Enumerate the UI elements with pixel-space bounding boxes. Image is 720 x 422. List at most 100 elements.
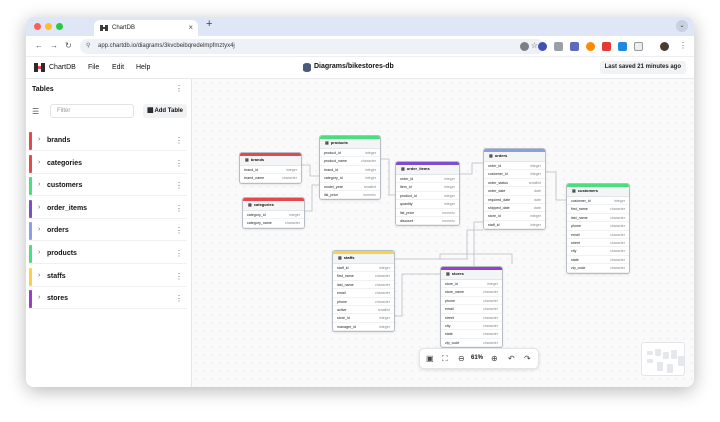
sidebar-table-staffs[interactable]: › staffs ⋮: [29, 267, 187, 287]
extension-7-icon[interactable]: [618, 42, 627, 51]
table-node-stores[interactable]: ▦ stores store_id integer store_name characte…: [440, 266, 503, 349]
filter-input[interactable]: Filter: [50, 104, 134, 118]
table-node-order-items[interactable]: ▦ order_items order_id integer item_id intege…: [395, 161, 460, 227]
add-table-button[interactable]: ▦ Add Table: [143, 104, 187, 118]
table-field-row[interactable]: store_id integer: [484, 212, 545, 221]
chevron-right-icon[interactable]: ›: [38, 226, 40, 233]
sidebar-more-icon[interactable]: ⋮: [175, 84, 183, 93]
table-field-row[interactable]: phone character: [441, 297, 502, 306]
tab-menu-button[interactable]: ⌄: [676, 20, 688, 32]
star-icon[interactable]: ☆: [531, 41, 538, 50]
menu-edit[interactable]: Edit: [112, 64, 124, 71]
table-field-row[interactable]: customer_id integer: [567, 197, 629, 206]
chevron-right-icon[interactable]: ›: [38, 249, 40, 256]
table-options-icon[interactable]: ⋮: [175, 159, 183, 168]
table-node-header[interactable]: ▦ customers: [567, 184, 629, 197]
sidebar-table-customers[interactable]: › customers ⋮: [29, 176, 187, 197]
table-field-row[interactable]: list_price numeric: [320, 191, 380, 200]
extension-6-icon[interactable]: [602, 42, 611, 51]
table-options-icon[interactable]: ⋮: [175, 181, 183, 190]
table-node-categories[interactable]: ▦ categories category_id integer category_na…: [242, 197, 305, 229]
table-field-row[interactable]: model_year smallint: [320, 183, 380, 191]
table-field-row[interactable]: item_id integer: [396, 183, 459, 192]
list-toggle-icon[interactable]: ☰: [32, 107, 39, 116]
table-options-icon[interactable]: ⋮: [175, 204, 183, 213]
close-window-button[interactable]: [34, 23, 41, 30]
table-options-icon[interactable]: ⋮: [175, 294, 183, 303]
table-field-row[interactable]: order_id integer: [396, 175, 459, 184]
table-node-brands[interactable]: ▦ brands brand_id integer brand_name characte…: [239, 152, 302, 184]
table-options-icon[interactable]: ⋮: [175, 136, 183, 145]
tab-close-icon[interactable]: ×: [188, 23, 193, 32]
menu-help[interactable]: Help: [136, 64, 150, 71]
table-node-header[interactable]: ▦ categories: [243, 198, 304, 211]
extensions-icon[interactable]: [634, 42, 643, 51]
table-node-customers[interactable]: ▦ customers customer_id integer first_name ch…: [566, 183, 630, 274]
extension-1-icon[interactable]: [520, 42, 529, 51]
table-field-row[interactable]: street character: [567, 239, 629, 248]
undo-icon[interactable]: ↶: [508, 354, 515, 363]
table-field-row[interactable]: brand_id integer: [240, 166, 301, 175]
table-field-row[interactable]: category_id integer: [320, 174, 380, 183]
table-field-row[interactable]: category_id integer: [243, 211, 304, 220]
table-field-row[interactable]: brand_name character: [240, 174, 301, 183]
sidebar-table-stores[interactable]: › stores ⋮: [29, 289, 187, 310]
table-field-row[interactable]: last_name character: [333, 281, 394, 290]
table-node-header[interactable]: ▦ staffs: [333, 251, 394, 264]
table-field-row[interactable]: store_id integer: [441, 280, 502, 289]
extension-4-icon[interactable]: [570, 42, 579, 51]
menu-file[interactable]: File: [88, 64, 99, 71]
sidebar-table-orders[interactable]: › orders ⋮: [29, 221, 187, 242]
sidebar-table-order-items[interactable]: › order_items ⋮: [29, 199, 187, 219]
site-info-icon[interactable]: ⚲: [86, 42, 90, 49]
table-field-row[interactable]: street character: [441, 314, 502, 322]
forward-icon[interactable]: →: [50, 41, 58, 50]
reload-icon[interactable]: ↻: [65, 41, 72, 50]
minimize-window-button[interactable]: [45, 23, 52, 30]
redo-icon[interactable]: ↷: [524, 354, 531, 363]
fit-view-icon[interactable]: ⛶: [442, 354, 448, 364]
chevron-right-icon[interactable]: ›: [38, 294, 40, 301]
zoom-out-icon[interactable]: ⊖: [458, 354, 465, 363]
sidebar-table-categories[interactable]: › categories ⋮: [29, 154, 187, 174]
table-field-row[interactable]: first_name character: [567, 205, 629, 214]
zoom-in-icon[interactable]: ⊕: [491, 354, 498, 363]
diagram-canvas[interactable]: ▦ brands brand_id integer brand_name characte…: [192, 79, 694, 387]
table-field-row[interactable]: last_name character: [567, 214, 629, 223]
table-field-row[interactable]: staff_id integer: [484, 221, 545, 230]
table-field-row[interactable]: zip_code character: [567, 264, 629, 273]
table-field-row[interactable]: state character: [441, 330, 502, 339]
table-field-row[interactable]: active smallint: [333, 306, 394, 315]
table-node-header[interactable]: ▦ order_items: [396, 162, 459, 175]
browser-tab-chartdb[interactable]: ChartDB ×: [94, 20, 198, 36]
table-field-row[interactable]: brand_id integer: [320, 166, 380, 175]
table-field-row[interactable]: list_price numeric: [396, 209, 459, 217]
chevron-right-icon[interactable]: ›: [38, 272, 40, 279]
zoom-level[interactable]: 61%: [471, 355, 483, 361]
extension-3-icon[interactable]: [554, 42, 563, 51]
table-field-row[interactable]: order_date date: [484, 187, 545, 196]
table-field-row[interactable]: phone character: [333, 298, 394, 306]
table-field-row[interactable]: staff_id integer: [333, 264, 394, 273]
chevron-right-icon[interactable]: ›: [38, 181, 40, 188]
table-field-row[interactable]: customer_id integer: [484, 170, 545, 179]
sidebar-table-products[interactable]: › products ⋮: [29, 244, 187, 264]
table-field-row[interactable]: city character: [567, 247, 629, 256]
table-node-header[interactable]: ▦ brands: [240, 153, 301, 166]
table-field-row[interactable]: product_id integer: [396, 192, 459, 201]
table-field-row[interactable]: shipped_date date: [484, 204, 545, 213]
extension-5-icon[interactable]: [586, 42, 595, 51]
table-field-row[interactable]: email character: [567, 231, 629, 239]
save-icon[interactable]: ▣: [426, 354, 434, 363]
table-node-products[interactable]: ▦ products product_id integer product_name ch…: [319, 135, 381, 201]
table-field-row[interactable]: zip_code character: [441, 339, 502, 348]
table-options-icon[interactable]: ⋮: [175, 272, 183, 281]
table-options-icon[interactable]: ⋮: [175, 249, 183, 258]
minimap[interactable]: [641, 342, 685, 376]
table-field-row[interactable]: state character: [567, 256, 629, 265]
table-field-row[interactable]: email character: [441, 305, 502, 314]
table-field-row[interactable]: city character: [441, 322, 502, 331]
table-field-row[interactable]: order_id integer: [484, 162, 545, 171]
diagram-title[interactable]: Diagrams/bikestores-db: [314, 63, 394, 70]
table-field-row[interactable]: email character: [333, 289, 394, 298]
